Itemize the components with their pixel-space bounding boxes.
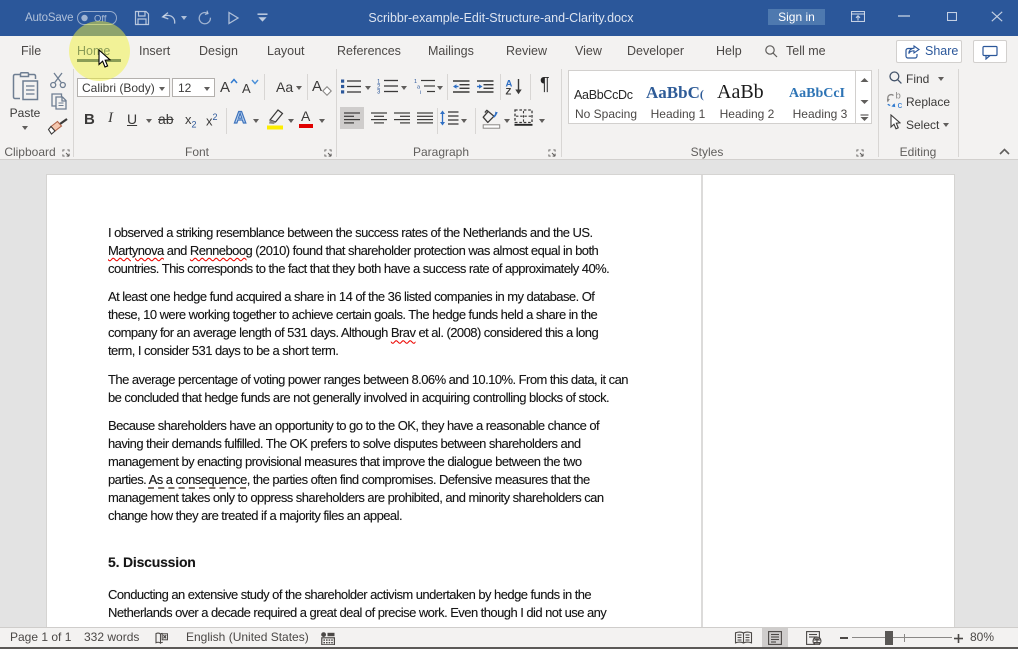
svg-text:i: i [420, 90, 421, 94]
svg-text:c: c [898, 100, 903, 109]
svg-text:Z: Z [506, 87, 512, 96]
svg-text:3: 3 [377, 90, 381, 95]
